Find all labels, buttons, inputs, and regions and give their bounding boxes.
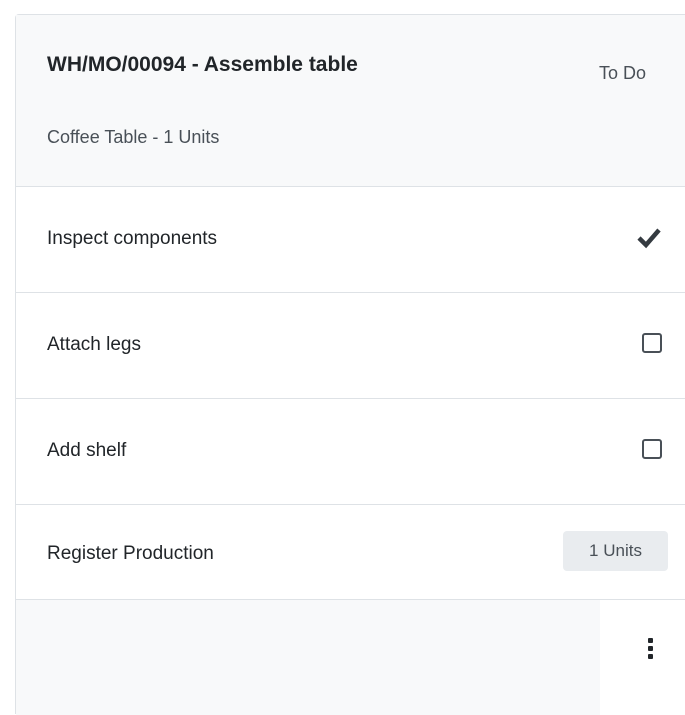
footer-action-area — [600, 600, 685, 715]
step-row-inspect-components[interactable]: Inspect components — [16, 187, 685, 293]
workorder-title: WH/MO/00094 - Assemble table — [47, 53, 358, 76]
step-label: Inspect components — [47, 228, 218, 249]
step-label: Attach legs — [47, 334, 141, 355]
quantity-badge[interactable]: 1 Units — [563, 531, 668, 571]
workorder-header: WH/MO/00094 - Assemble table To Do Coffe… — [16, 15, 685, 187]
product-quantity: Coffee Table - 1 Units — [47, 127, 220, 147]
card-footer — [16, 600, 685, 715]
step-label: Add shelf — [47, 440, 127, 461]
checkbox-icon[interactable] — [642, 333, 662, 353]
status-label: To Do — [599, 63, 647, 83]
step-row-add-shelf[interactable]: Add shelf — [16, 399, 685, 505]
register-production-label: Register Production — [47, 543, 214, 564]
checkmark-icon[interactable] — [636, 224, 662, 250]
workorder-card: WH/MO/00094 - Assemble table To Do Coffe… — [15, 14, 685, 715]
kebab-menu-icon[interactable] — [646, 638, 656, 660]
checkbox-icon[interactable] — [642, 439, 662, 459]
step-row-attach-legs[interactable]: Attach legs — [16, 293, 685, 399]
register-production-row[interactable]: Register Production 1 Units — [16, 505, 685, 600]
